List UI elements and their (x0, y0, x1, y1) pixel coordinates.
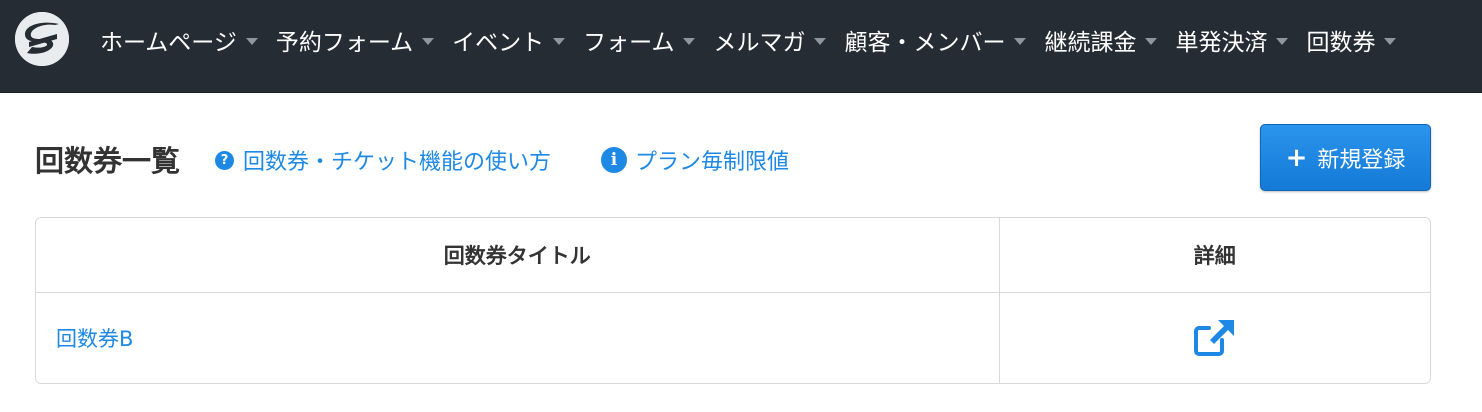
help-link[interactable]: ? 回数券・チケット機能の使い方 (215, 144, 551, 176)
caret-down-icon (1384, 38, 1397, 45)
nav-item-single-payment[interactable]: 単発決済 (1175, 23, 1289, 57)
nav-label: 回数券 (1306, 30, 1376, 56)
nav-item-tickets[interactable]: 回数券 (1306, 23, 1397, 57)
page-header: 回数券一覧 ? 回数券・チケット機能の使い方 i プラン毎制限値 + 新規登録 (35, 124, 1431, 192)
top-navbar: ホームページ 予約フォーム イベント フォーム メルマガ 顧客・メンバー 継続課… (0, 0, 1482, 93)
caret-down-icon (1014, 38, 1027, 45)
nav-item-form[interactable]: フォーム (583, 23, 696, 57)
nav-item-event[interactable]: イベント (452, 23, 566, 57)
nav-label: 継続課金 (1044, 30, 1137, 56)
table-header-row: 回数券タイトル 詳細 (36, 218, 1430, 293)
column-header-detail: 詳細 (999, 218, 1430, 293)
caret-down-icon (814, 38, 827, 45)
new-register-button[interactable]: + 新規登録 (1260, 124, 1431, 191)
plus-icon: + (1285, 142, 1308, 173)
nav-label: 予約フォーム (275, 30, 414, 56)
page-title: 回数券一覧 (35, 144, 181, 178)
plan-limit-link[interactable]: i プラン毎制限値 (601, 144, 789, 176)
nav-item-subscription[interactable]: 継続課金 (1044, 23, 1158, 57)
nav-label: ホームページ (100, 30, 237, 56)
detail-cell (999, 292, 1430, 383)
nav-label: 単発決済 (1175, 30, 1268, 56)
caret-down-icon (1276, 38, 1289, 45)
caret-down-icon (422, 38, 435, 45)
table-row: 回数券B (36, 292, 1430, 383)
nav-item-customers[interactable]: 顧客・メンバー (844, 23, 1027, 57)
nav-item-newsletter[interactable]: メルマガ (713, 23, 827, 57)
caret-down-icon (1145, 38, 1158, 45)
nav-label: 顧客・メンバー (844, 30, 1006, 56)
logo-icon (15, 12, 69, 66)
column-header-title: 回数券タイトル (36, 218, 1000, 293)
nav-label: メルマガ (713, 30, 806, 56)
caret-down-icon (553, 38, 566, 45)
caret-down-icon (245, 38, 258, 45)
nav-item-reservation-form[interactable]: 予約フォーム (275, 23, 435, 57)
caret-down-icon (683, 38, 696, 45)
plan-limit-label: プラン毎制限値 (635, 150, 790, 175)
nav-label: フォーム (583, 30, 675, 56)
ticket-title-link[interactable]: 回数券B (36, 292, 1000, 383)
ticket-table: 回数券タイトル 詳細 回数券B (35, 217, 1431, 384)
question-circle-icon: ? (215, 150, 234, 170)
main-nav: ホームページ 予約フォーム イベント フォーム メルマガ 顧客・メンバー 継続課… (100, 0, 1414, 80)
nav-item-homepage[interactable]: ホームページ (100, 23, 258, 57)
external-link-icon[interactable] (1192, 318, 1238, 358)
new-register-label: 新規登録 (1317, 147, 1406, 173)
logo[interactable] (15, 12, 69, 66)
info-circle-icon: i (601, 147, 627, 173)
nav-label: イベント (452, 30, 545, 56)
help-link-label: 回数券・チケット機能の使い方 (243, 150, 552, 175)
